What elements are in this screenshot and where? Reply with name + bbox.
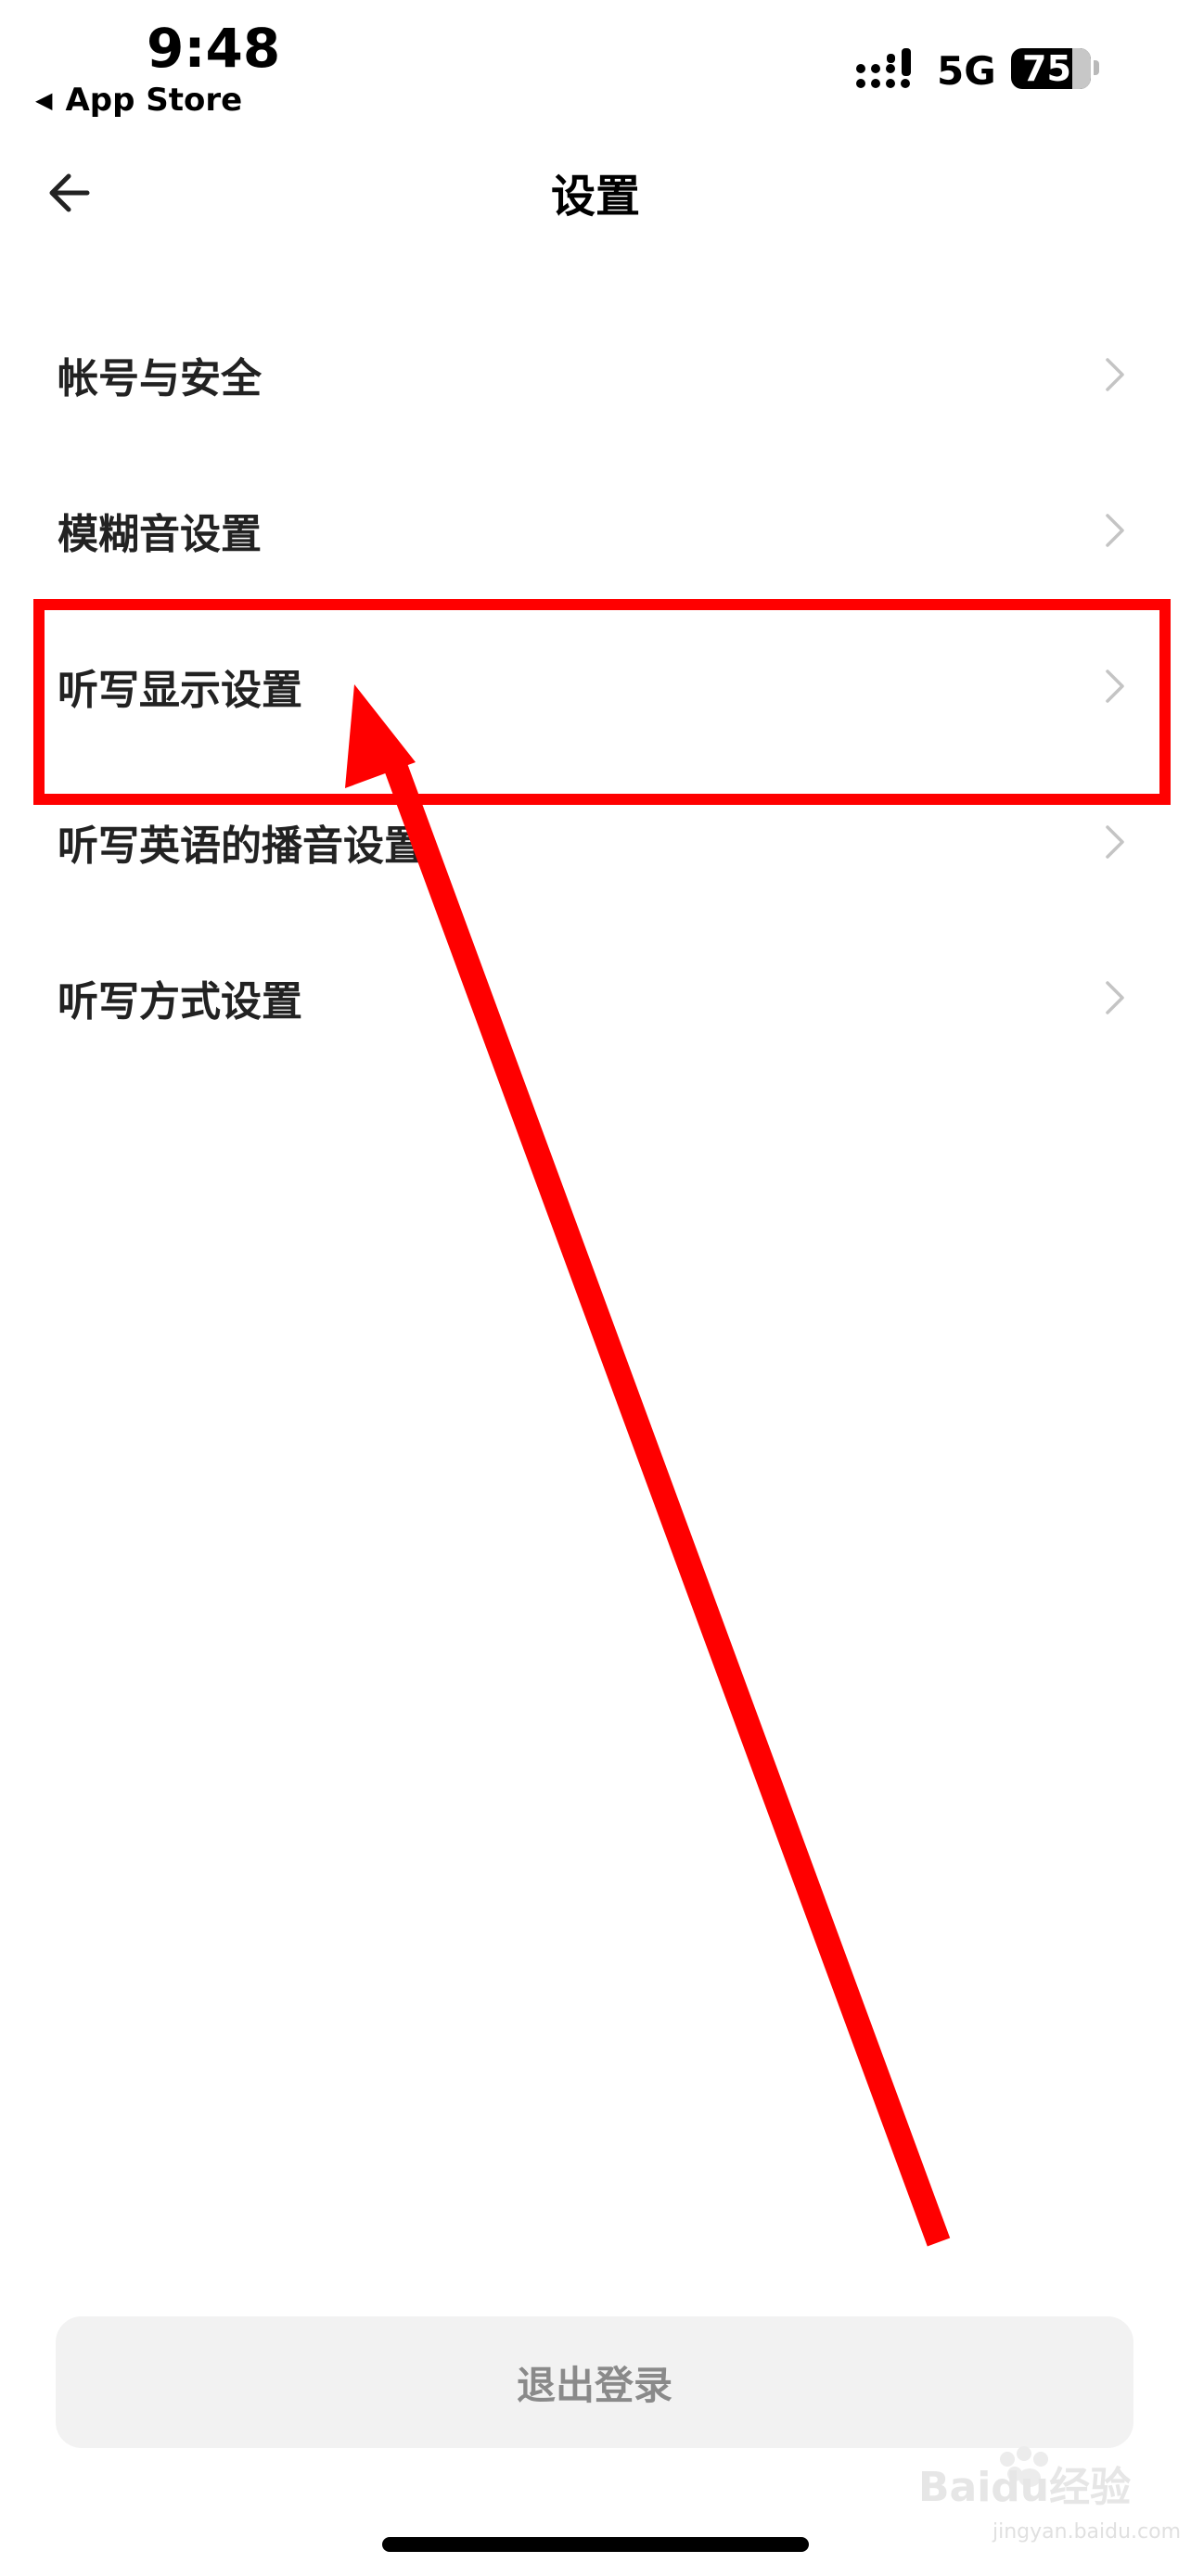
settings-screen: 9:48 ◀ App Store 5G 75 设置 帐号与安全 模糊音设置 听写… [0, 0, 1191, 2576]
network-type: 5G [937, 48, 996, 94]
chevron-right-icon [1106, 358, 1124, 391]
settings-item-account-security[interactable]: 帐号与安全 [0, 297, 1191, 453]
back-to-app-store[interactable]: ◀ App Store [35, 82, 242, 119]
chevron-right-icon [1106, 825, 1124, 859]
battery-tip [1094, 60, 1099, 75]
settings-item-label: 模糊音设置 [58, 511, 262, 558]
chevron-right-icon [1106, 981, 1124, 1014]
settings-item-label: 帐号与安全 [58, 355, 262, 402]
settings-item-dictation-mode[interactable]: 听写方式设置 [0, 920, 1191, 1076]
settings-item-label: 听写英语的播音设置 [58, 823, 425, 870]
back-app-label: App Store [65, 82, 243, 119]
battery-icon: 75 [1011, 48, 1091, 89]
chevron-right-icon [1106, 514, 1124, 547]
home-indicator[interactable] [382, 2537, 809, 2552]
highlight-box [33, 599, 1171, 805]
back-triangle-icon: ◀ [35, 87, 53, 113]
page-title: 设置 [550, 171, 640, 223]
watermark-text: Baidu经验 [918, 2464, 1132, 2511]
status-time: 9:48 [147, 17, 281, 80]
battery-percent: 75 [1022, 48, 1071, 89]
watermark-url: jingyan.baidu.com [992, 2520, 1182, 2544]
settings-item-fuzzy-sound[interactable]: 模糊音设置 [0, 453, 1191, 608]
settings-item-label: 听写方式设置 [58, 978, 302, 1026]
logout-button[interactable]: 退出登录 [56, 2316, 1133, 2448]
cellular-signal-icon [856, 48, 911, 88]
